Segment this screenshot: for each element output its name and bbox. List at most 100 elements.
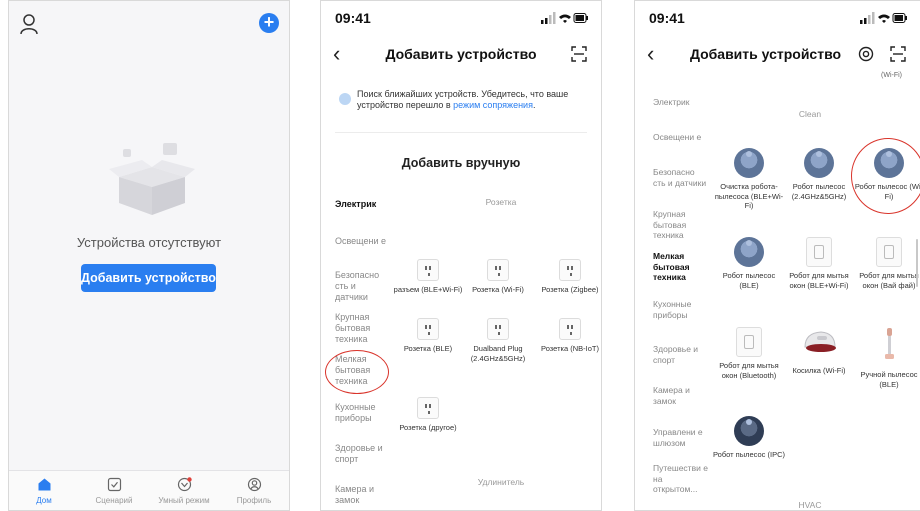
category-item[interactable]: Управлени е шлюзом [653,427,709,448]
category-item[interactable]: Камера и замок [335,484,391,506]
device-label: Очистка робота-пылесоса (BLE+Wi-Fi) [714,182,784,210]
device-item[interactable]: Робот для мытья окон (Bluetooth) [713,327,785,380]
category-item[interactable]: Здоровье и спорт [653,344,709,365]
section-header-extender: Удлинитель [477,477,525,487]
category-item[interactable]: Путешестви е на открытом... [653,463,709,495]
section-header-socket: Розетка [485,197,517,207]
category-item[interactable]: Освещени е [335,236,391,247]
highlight-circle [325,350,389,394]
device-item[interactable]: Ручной пылесос (BLE) [853,327,920,389]
scan-icon[interactable] [571,46,587,62]
add-device-screen: 09:41 ‹ Добавить устройство Поиск ближай… [320,0,602,511]
category-item[interactable]: Электрик [335,199,391,210]
search-hint: Поиск ближайших устройств. Убедитесь, чт… [357,89,591,111]
device-item[interactable]: Косилка (Wi-Fi) [783,327,855,376]
header-actions [858,46,906,62]
home-screen: + Устройства отсутствуют Добавить устрой… [8,0,290,511]
robot-vacuum-icon [734,416,764,446]
category-item[interactable]: Здоровье и спорт [335,443,391,465]
header: ‹ Добавить устройство [321,41,601,71]
status-indicators-icon [860,12,907,24]
device-item[interactable]: Розетка (другое) [393,397,463,433]
home-top-bar: + [9,1,289,41]
status-time: 09:41 [649,10,685,26]
robot-vacuum-icon [734,237,764,267]
category-item[interactable]: Безопасно сть и датчики [653,167,709,188]
scene-icon [107,477,121,492]
category-item[interactable]: Безопасно сть и датчики [335,270,391,303]
device-label: Робот пылесос (2.4GHz&5GHz) [791,182,847,201]
device-item[interactable]: Очистка робота-пылесоса (BLE+Wi-Fi) [713,148,785,211]
category-item[interactable]: Освещени е [653,132,709,143]
add-device-button[interactable]: Добавить устройство [81,264,216,292]
smart-mode-icon [177,477,192,492]
category-item[interactable]: Камера и замок [653,385,709,406]
tab-label: Дом [36,496,52,505]
robot-vacuum-icon [804,148,834,178]
device-item[interactable]: Робот пылесос (Wi-Fi) [853,148,920,201]
device-label: Розетка (другое) [399,423,457,432]
device-item[interactable]: Робот для мытья окон (Вай фай) [853,237,920,290]
device-item[interactable]: Розетка (BLE) [393,318,463,354]
device-item[interactable]: Dualband Plug (2.4GHz&5GHz) [463,318,533,363]
device-item[interactable]: Розетка (NB-IoT) [535,318,601,354]
device-item[interactable]: Робот пылесос (BLE) [713,237,785,290]
tab-label: Сценарий [95,496,133,505]
robot-vacuum-icon [874,148,904,178]
tab-scene[interactable]: Сценарий [79,471,149,510]
section-header-clean: Clean [798,109,822,119]
search-spinner-icon [339,93,351,105]
tab-profile[interactable]: Профиль [219,471,289,510]
profile-icon [247,477,261,492]
category-item[interactable]: Кухонные приборы [335,402,391,424]
device-item[interactable]: Розетка (Wi-Fi) [463,259,533,295]
category-item[interactable]: Кухонные приборы [653,299,709,320]
scan-icon[interactable] [890,46,906,62]
tab-label: Умный режим [158,496,210,505]
device-label: Розетка (Wi-Fi) [472,285,524,294]
device-label: Розетка (BLE) [403,344,453,353]
add-device-plus-button[interactable]: + [259,13,279,33]
pairing-mode-link[interactable]: режим сопряжения [453,100,533,110]
socket-icon [559,318,581,340]
device-item[interactable]: Робот пылесос (2.4GHz&5GHz) [783,148,855,201]
device-label: Розетка (Zigbee) [541,285,599,294]
device-label: Розетка (NB-IoT) [541,344,599,353]
category-item[interactable]: Крупная бытовая техника [335,312,391,345]
status-bar: 09:41 [321,1,601,35]
device-item[interactable]: Робот пылесос (IPC) [713,416,785,460]
bottom-tab-bar: Дом Сценарий Умный режим Профиль [9,470,289,510]
socket-icon [417,397,439,419]
window-robot-icon [806,237,832,267]
tab-smart-mode[interactable]: Умный режим [149,471,219,510]
device-label: Робот для мытья окон (BLE+Wi-Fi) [789,271,849,290]
search-hint-end: . [532,100,536,110]
scrollbar[interactable] [916,239,918,287]
at-sign-icon[interactable] [858,46,874,62]
page-title: Добавить устройство [385,46,537,62]
socket-icon [559,259,581,281]
device-label: Робот пылесос (IPC) [713,450,786,459]
device-label: Робот для мытья окон (Вай фай) [859,271,919,290]
device-label: Dualband Plug (2.4GHz&5GHz) [470,344,526,363]
window-robot-icon [736,327,762,357]
category-item[interactable]: Мелкая бытовая техника [653,251,709,283]
empty-box-icon [109,143,195,215]
category-item[interactable]: Электрик [653,97,709,108]
device-item[interactable]: Розетка (Zigbee) [535,259,601,295]
add-device-screen-cleaning: 09:41 ‹ Добавить устройство (Wi-Fi) Элек… [634,0,920,511]
tab-home[interactable]: Дом [9,471,79,510]
device-label: Робот пылесос (Wi-Fi) [854,182,920,201]
device-item[interactable]: Робот для мытья окон (BLE+Wi-Fi) [783,237,855,290]
socket-icon [417,259,439,281]
empty-state-text: Устройства отсутствуют [76,235,222,250]
handheld-vacuum-icon [885,328,894,359]
device-item[interactable]: разъем (BLE+Wi-Fi) [393,259,463,295]
user-icon[interactable] [19,13,39,35]
nearby-search-banner: Поиск ближайших устройств. Убедитесь, чт… [335,89,591,119]
divider [335,132,587,133]
robot-vacuum-icon [734,148,764,178]
category-item[interactable]: Крупная бытовая техника [653,209,709,241]
mower-icon [804,331,836,352]
manual-add-title: Добавить вручную [401,156,521,170]
